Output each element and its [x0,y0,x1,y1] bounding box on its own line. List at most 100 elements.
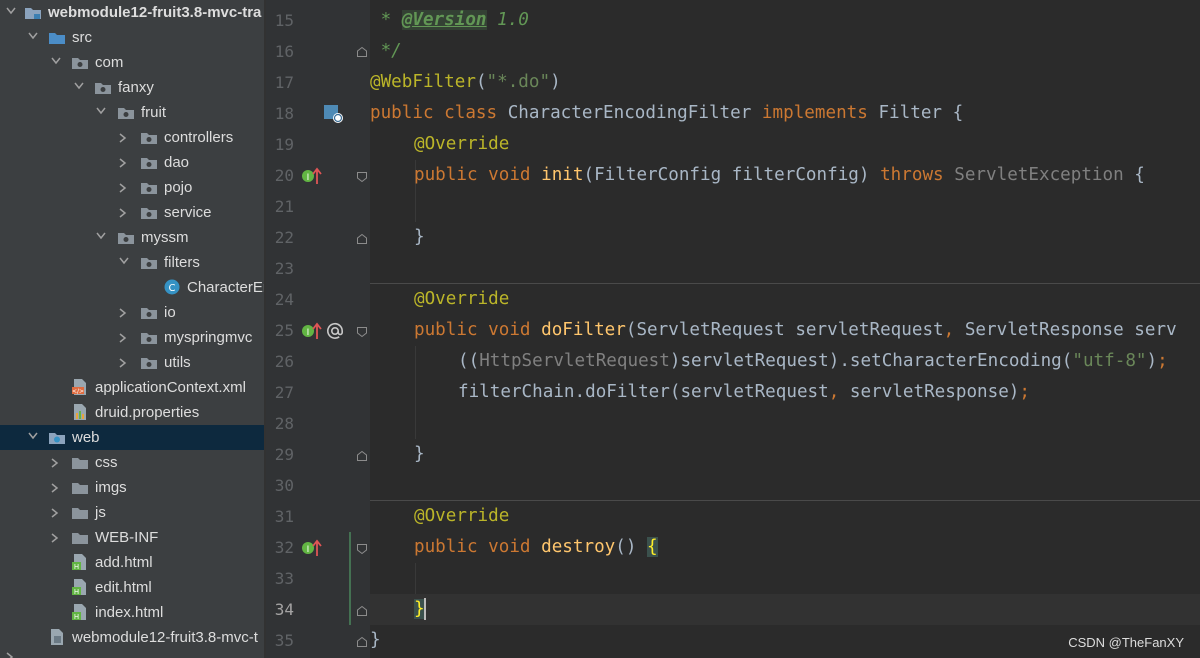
tree-item-imgs[interactable]: imgs [0,475,266,500]
code-line[interactable]: public void doFilter(ServletRequest serv… [414,315,1177,346]
line-number: 21 [274,197,294,216]
tree-item-com[interactable]: com [0,50,266,75]
code-editor[interactable]: * @Version 1.0 */ @WebFilter("*.do") pub… [370,0,1200,658]
web-filter-icon[interactable] [323,104,345,129]
line-number-current: 34 [274,600,294,619]
tree-item-js[interactable]: js [0,500,266,525]
fold-end-icon[interactable] [356,604,368,622]
line-number: 18 [274,104,294,123]
tree-item-css[interactable]: css [0,450,266,475]
code-line[interactable]: @Override [414,501,509,532]
chevron-down-icon[interactable] [119,257,129,265]
chevron-right-icon[interactable] [119,133,127,143]
code-line[interactable]: @Override [414,129,509,160]
tree-item-label: applicationContext.xml [95,379,246,396]
fold-end-icon[interactable] [356,449,368,467]
implements-method-icon[interactable]: I [301,166,323,191]
fold-start-icon[interactable] [356,542,368,560]
chevron-down-icon[interactable] [28,432,38,440]
properties-file-icon [71,403,89,420]
code-line[interactable]: } [414,594,426,625]
code-line[interactable]: */ [370,36,402,67]
implements-method-icon[interactable]: I [301,538,323,563]
line-number: 29 [274,445,294,464]
tree-item-filters[interactable]: filters [0,250,266,275]
code-line[interactable]: } [414,439,425,470]
tree-item-label: css [95,454,118,471]
tree-item-module-iml[interactable]: webmodule12-fruit3.8-mvc-t [0,625,266,650]
code-line[interactable]: } [370,625,381,656]
tree-item-controllers[interactable]: controllers [0,125,266,150]
chevron-down-icon[interactable] [51,57,61,65]
tree-item-fanxy[interactable]: fanxy [0,75,266,100]
chevron-right-icon[interactable] [51,508,59,518]
tree-item-druid-properties[interactable]: druid.properties [0,400,266,425]
chevron-down-icon[interactable] [28,32,38,40]
code-line[interactable]: * @Version 1.0 [370,5,529,36]
code-line[interactable]: filterChain.doFilter(servletRequest, ser… [458,377,1030,408]
tree-item-module-root[interactable]: webmodule12-fruit3.8-mvc-tra [0,0,266,25]
web-mapping-at-icon[interactable] [325,321,345,346]
package-icon [140,179,158,195]
package-icon [140,354,158,370]
chevron-right-icon[interactable] [119,333,127,343]
code-token: "*.do" [486,72,551,92]
tree-item-label: fanxy [118,79,154,96]
implements-method-icon[interactable]: I [301,321,323,346]
code-line[interactable]: @Override [414,284,509,315]
chevron-down-icon[interactable] [6,7,16,15]
fold-start-icon[interactable] [356,325,368,343]
line-number: 20 [274,166,294,185]
folder-icon [71,454,89,470]
tree-item-fruit[interactable]: fruit [0,100,266,125]
fold-end-icon[interactable] [356,45,368,63]
code-line[interactable]: } [414,222,425,253]
chevron-right-icon[interactable] [51,483,59,493]
tree-item-web-inf[interactable]: WEB-INF [0,525,266,550]
fold-end-icon[interactable] [356,635,368,653]
tree-item-edit-html[interactable]: H edit.html [0,575,266,600]
fold-start-icon[interactable] [356,170,368,188]
code-line[interactable]: @WebFilter("*.do") [370,67,561,98]
tree-item-label: dao [164,154,190,171]
tree-item-myspringmvc[interactable]: myspringmvc [0,325,266,350]
svg-text:H: H [74,563,79,571]
tree-item-src[interactable]: src [0,25,266,50]
tree-item-add-html[interactable]: H add.html [0,550,266,575]
code-line[interactable]: public void destroy() { [414,532,658,563]
chevron-right-icon[interactable] [119,158,127,168]
tree-item-application-context-xml[interactable]: </> applicationContext.xml [0,375,266,400]
tree-item-dao[interactable]: dao [0,150,266,175]
code-token: } [414,444,425,464]
chevron-right-icon[interactable] [119,358,127,368]
tree-item-service[interactable]: service [0,200,266,225]
code-line[interactable]: public void init(FilterConfig filterConf… [414,160,1145,191]
tree-item-index-html[interactable]: H index.html [0,600,266,625]
code-token: } [370,630,381,650]
project-tree-panel[interactable]: webmodule12-fruit3.8-mvc-tra src com fan… [0,0,266,658]
chevron-right-icon[interactable] [119,183,127,193]
tree-item-io[interactable]: io [0,300,266,325]
tree-item-pojo[interactable]: pojo [0,175,266,200]
chevron-down-icon[interactable] [96,107,106,115]
package-icon [94,79,112,95]
html-file-icon: H [71,603,89,621]
tree-item-character-encoding-filter[interactable]: C CharacterEn [0,275,266,300]
chevron-right-icon[interactable] [119,208,127,218]
chevron-down-icon[interactable] [96,232,106,240]
code-token: @WebFilter [370,72,476,92]
tree-item-utils[interactable]: utils [0,350,266,375]
code-token: ) [1146,351,1158,371]
tree-item-myssm[interactable]: myssm [0,225,266,250]
fold-end-icon[interactable] [356,232,368,250]
chevron-right-icon[interactable] [51,533,59,543]
code-line[interactable]: public class CharacterEncodingFilter imp… [370,98,963,129]
tree-item-web[interactable]: web [0,425,266,450]
text-caret [423,598,426,620]
chevron-right-icon[interactable] [119,308,127,318]
chevron-down-icon[interactable] [74,82,84,90]
code-token: )servletRequest).setCharacterEncoding( [669,351,1073,371]
chevron-right-icon[interactable] [51,458,59,468]
vcs-change-marker[interactable] [349,532,351,625]
code-line[interactable]: ((HttpServletRequest)servletRequest).set… [458,346,1168,377]
